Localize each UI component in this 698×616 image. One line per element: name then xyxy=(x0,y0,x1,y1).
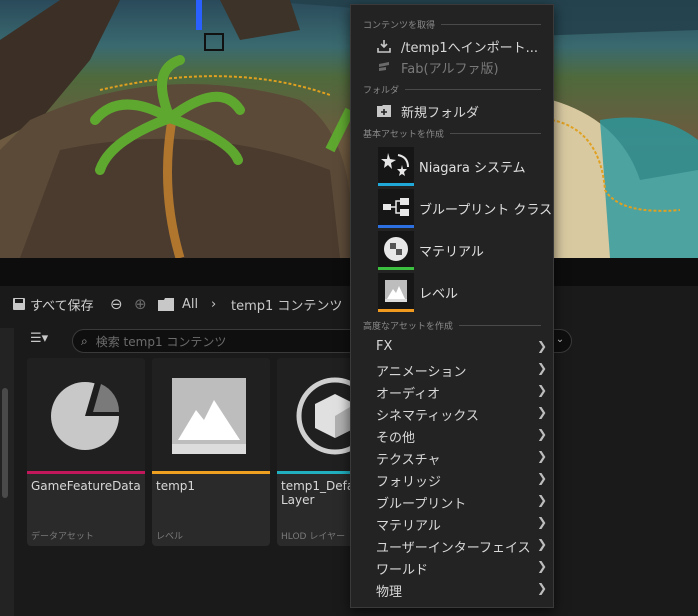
back-arrow-icon[interactable]: ⊖ xyxy=(110,295,123,313)
menu-item-label: Fab(アルファ版) xyxy=(401,61,499,77)
folder-icon xyxy=(158,297,174,311)
chevron-right-icon: ❯ xyxy=(537,559,548,573)
save-icon xyxy=(13,298,25,310)
asset-thumbnail xyxy=(152,358,270,472)
chevron-right-icon: ❯ xyxy=(537,383,548,397)
asset-tile-gamefeaturedata[interactable]: GameFeatureData データアセット xyxy=(27,358,145,546)
menu-item-fab[interactable]: Fab(アルファ版) xyxy=(351,56,553,78)
section-get-content: コンテンツを取得 xyxy=(363,18,541,31)
asset-name: GameFeatureData xyxy=(31,479,141,493)
submenu-material[interactable]: マテリアル ❯ xyxy=(351,512,553,534)
forward-arrow-icon[interactable]: ⊕ xyxy=(134,295,147,313)
chevron-right-icon: ❯ xyxy=(537,493,548,507)
submenu-user-interface[interactable]: ユーザーインターフェイス ❯ xyxy=(351,534,553,556)
chevron-right-icon: ❯ xyxy=(537,537,548,551)
submenu-miscellaneous[interactable]: その他 ❯ xyxy=(351,424,553,446)
menu-item-label: レベル xyxy=(419,287,459,302)
chevron-right-icon: ❯ xyxy=(537,515,548,529)
asset-color-underline xyxy=(378,183,414,186)
menu-item-niagara-system[interactable]: Niagara システム xyxy=(351,147,553,189)
viewport-bottom-strip xyxy=(0,258,698,286)
save-all-label: すべて保存 xyxy=(30,298,94,314)
asset-icon-box xyxy=(378,273,414,309)
asset-icon-box xyxy=(378,189,414,225)
level-icon xyxy=(385,280,407,302)
submenu-audio[interactable]: オーディオ ❯ xyxy=(351,380,553,402)
menu-item-label: マテリアル xyxy=(419,245,484,260)
filter-bar: ☰▾ ⌕ 検索 temp1 コンテンツ ⌄ xyxy=(0,329,698,353)
menu-item-label: ブループリント クラス xyxy=(419,203,553,218)
asset-type: データアセット xyxy=(31,532,94,542)
asset-color-underline xyxy=(378,309,414,312)
chevron-right-icon: ❯ xyxy=(537,427,548,441)
chevron-right-icon: ❯ xyxy=(537,405,548,419)
add-content-context-menu: コンテンツを取得 /temp1へインポート... Fab(アルファ版) フォルダ… xyxy=(350,4,554,608)
submenu-world[interactable]: ワールド ❯ xyxy=(351,556,553,578)
submenu-blueprint[interactable]: ブループリント ❯ xyxy=(351,490,553,512)
submenu-foliage[interactable]: フォリッジ ❯ xyxy=(351,468,553,490)
fab-icon xyxy=(379,62,389,71)
submenu-cinematics[interactable]: シネマティックス ❯ xyxy=(351,402,553,424)
content-browser-toolbar: すべて保存 ⊖ ⊕ All › temp1 コンテンツ xyxy=(0,290,698,318)
scrollbar-thumb[interactable] xyxy=(2,388,8,498)
menu-item-level[interactable]: レベル xyxy=(351,273,553,315)
asset-name: temp1 xyxy=(156,479,196,493)
asset-color-underline xyxy=(378,267,414,270)
level-viewport[interactable] xyxy=(0,0,698,258)
filter-button[interactable]: ☰▾ xyxy=(30,331,48,346)
section-folder: フォルダ xyxy=(363,83,541,96)
chevron-right-icon: ❯ xyxy=(537,361,548,375)
asset-color-underline xyxy=(378,225,414,228)
pie-chart-icon xyxy=(51,382,120,450)
submenu-physics[interactable]: 物理 ❯ xyxy=(351,578,553,600)
menu-item-import[interactable]: /temp1へインポート... xyxy=(351,35,553,57)
menu-item-label: 新規フォルダ xyxy=(401,105,480,121)
asset-type: レベル xyxy=(156,532,184,542)
asset-name: temp1_Default Layer xyxy=(281,479,370,507)
search-icon: ⌕ xyxy=(81,333,88,348)
asset-tile-temp1[interactable]: temp1 レベル xyxy=(152,358,270,546)
menu-item-blueprint-class[interactable]: ブループリント クラス xyxy=(351,189,553,231)
menu-item-label: Niagara システム xyxy=(419,161,526,176)
scene-image xyxy=(0,0,698,258)
asset-type-bar xyxy=(152,471,270,474)
level-icon xyxy=(172,378,246,454)
section-advanced-assets: 高度なアセットを作成 xyxy=(363,319,541,332)
import-icon xyxy=(377,40,391,53)
asset-thumbnail xyxy=(27,358,145,472)
chevron-right-icon: ❯ xyxy=(537,471,548,485)
chevron-right-icon: ❯ xyxy=(537,339,548,353)
blueprint-icon xyxy=(383,198,409,216)
menu-item-label: /temp1へインポート... xyxy=(401,40,539,56)
breadcrumb-all[interactable]: All xyxy=(182,297,198,312)
asset-icon-box xyxy=(378,147,414,183)
chevron-right-icon: ❯ xyxy=(537,449,548,463)
save-all-button[interactable]: すべて保存 xyxy=(12,295,94,314)
search-placeholder: 検索 temp1 コンテンツ xyxy=(95,334,227,349)
submenu-fx[interactable]: FX ❯ xyxy=(351,336,553,358)
submenu-animation[interactable]: アニメーション ❯ xyxy=(351,358,553,380)
new-folder-icon xyxy=(377,105,391,117)
menu-item-material[interactable]: マテリアル xyxy=(351,231,553,273)
material-sphere-icon xyxy=(384,237,408,261)
chevron-right-icon: ❯ xyxy=(537,581,548,595)
breadcrumb-current[interactable]: temp1 コンテンツ xyxy=(231,295,342,314)
breadcrumb-separator-icon: › xyxy=(211,296,217,312)
submenu-texture[interactable]: テクスチャ ❯ xyxy=(351,446,553,468)
section-basic-assets: 基本アセットを作成 xyxy=(363,127,541,140)
sources-panel-collapsed[interactable] xyxy=(0,328,14,616)
niagara-icon xyxy=(381,153,409,176)
asset-icon-box xyxy=(378,231,414,267)
asset-type-bar xyxy=(27,471,145,474)
menu-item-new-folder[interactable]: 新規フォルダ xyxy=(351,100,553,122)
asset-type: HLOD レイヤー xyxy=(281,532,346,542)
